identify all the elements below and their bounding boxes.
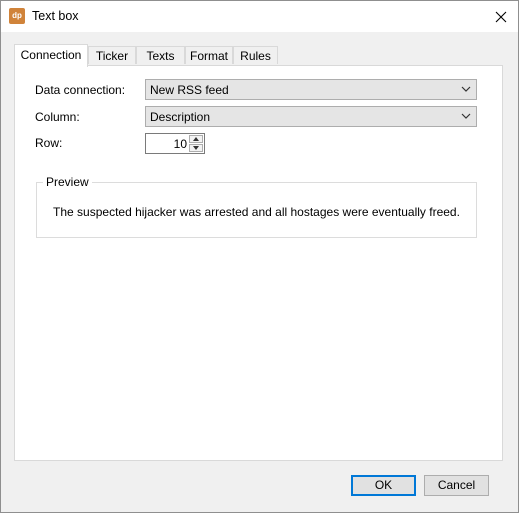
- spin-up-button[interactable]: [189, 135, 203, 143]
- row-spinner[interactable]: 10: [145, 133, 205, 154]
- cancel-button[interactable]: Cancel: [424, 475, 489, 496]
- arrow-up-icon: [193, 137, 199, 141]
- close-button[interactable]: [484, 1, 518, 32]
- tab-format[interactable]: Format: [185, 46, 233, 64]
- row-label: Row:: [35, 136, 63, 150]
- column-dropdown[interactable]: Description: [145, 106, 477, 127]
- arrow-down-icon: [193, 146, 199, 150]
- tab-panel-connection: Data connection: New RSS feed Column: De…: [14, 65, 503, 461]
- preview-title: Preview: [43, 175, 92, 189]
- row-value: 10: [173, 137, 187, 151]
- data-connection-label: Data connection:: [35, 83, 126, 97]
- dialog-window: dp Text box Connection Ticker Texts Form…: [0, 0, 519, 513]
- tab-connection[interactable]: Connection: [14, 44, 88, 67]
- chevron-down-icon: [461, 86, 471, 92]
- preview-text: The suspected hijacker was arrested and …: [53, 205, 460, 219]
- data-connection-dropdown[interactable]: New RSS feed: [145, 79, 477, 100]
- app-logo-icon: dp: [9, 8, 25, 24]
- window-title: Text box: [32, 9, 79, 23]
- close-icon: [495, 11, 507, 22]
- ok-button[interactable]: OK: [351, 475, 416, 496]
- chevron-down-icon: [461, 113, 471, 119]
- column-value: Description: [150, 110, 211, 124]
- title-bar: dp Text box: [1, 1, 518, 32]
- spin-down-button[interactable]: [189, 144, 203, 152]
- preview-group: Preview The suspected hijacker was arres…: [36, 175, 477, 238]
- column-label: Column:: [35, 110, 80, 124]
- tab-ticker[interactable]: Ticker: [88, 46, 136, 64]
- data-connection-value: New RSS feed: [150, 83, 229, 97]
- tab-texts[interactable]: Texts: [136, 46, 185, 64]
- tab-rules[interactable]: Rules: [233, 46, 278, 64]
